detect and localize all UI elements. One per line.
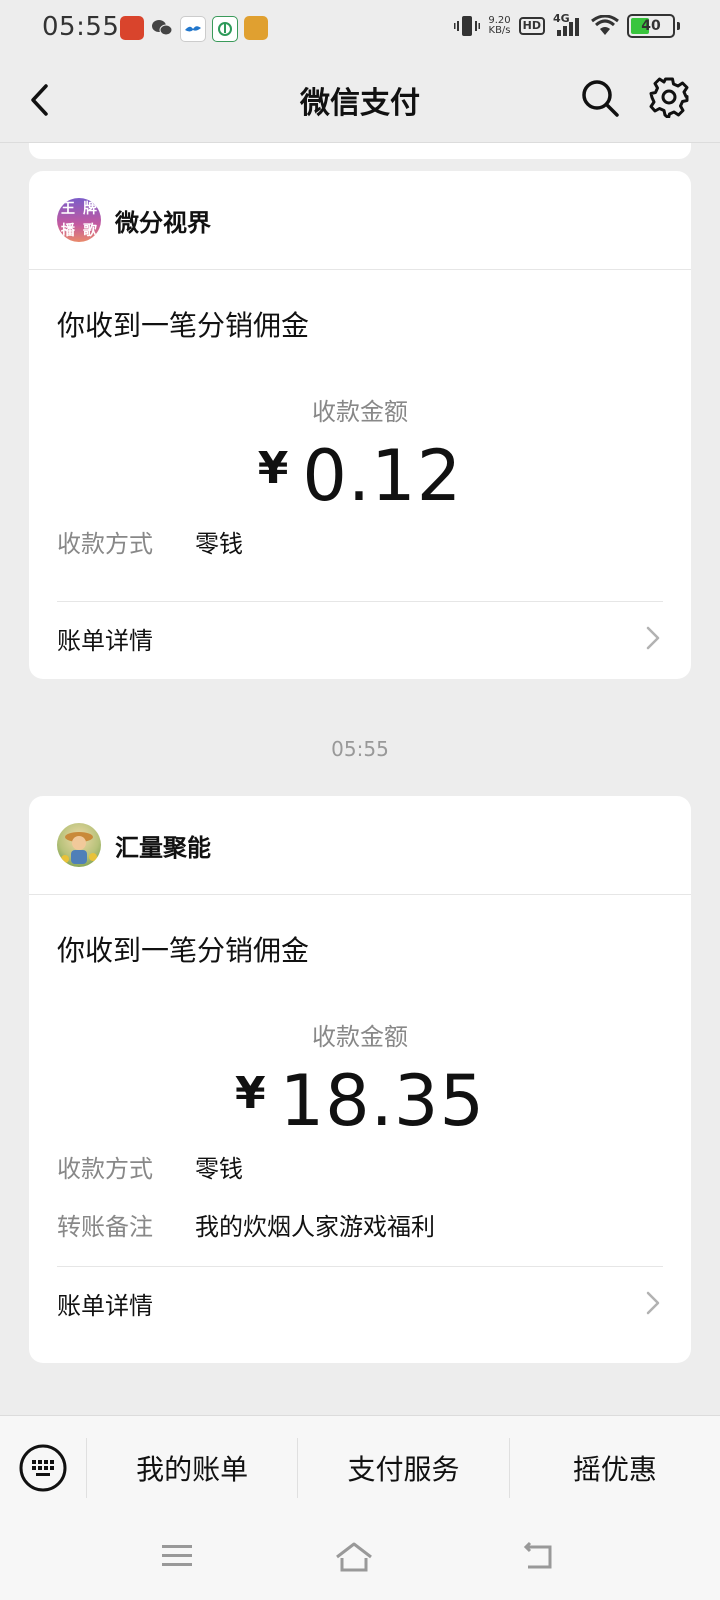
amount-label: 收款金额: [312, 1023, 408, 1051]
keyboard-icon: [19, 1444, 67, 1492]
amount-label: 收款金额: [312, 398, 408, 426]
field-row: 收款方式 零钱: [57, 521, 663, 561]
merchant-name: 汇量聚能: [115, 833, 211, 862]
avatar-char: 播: [61, 223, 75, 239]
merchant-avatar: 王 牌 播 歌: [57, 198, 101, 242]
cellular-signal-icon: 4G: [553, 12, 583, 38]
merchant-name: 微分视界: [115, 208, 211, 237]
network-speed-unit: KB/s: [488, 25, 511, 36]
keyboard-toggle-button[interactable]: [0, 1416, 86, 1520]
search-icon[interactable]: [580, 78, 620, 118]
previous-card-edge: [29, 143, 691, 159]
field-row: 收款方式 零钱: [57, 1146, 663, 1186]
hd-badge: HD: [518, 17, 545, 35]
payment-card[interactable]: 汇量聚能 你收到一笔分销佣金 收款金额 ¥ 18.35 收款方式 零钱 转账备注…: [29, 796, 691, 1363]
return-icon[interactable]: [522, 1541, 556, 1571]
amount: ¥ 0.12: [57, 435, 663, 517]
menu-icon[interactable]: [160, 1541, 194, 1571]
chevron-right-icon: [646, 626, 660, 650]
nav-bar: 微信支付: [0, 56, 720, 143]
field-key: 收款方式: [57, 1154, 153, 1183]
notification-icons: [120, 16, 268, 42]
currency-symbol: ¥: [257, 443, 289, 494]
field-value: 我的炊烟人家游戏福利: [195, 1212, 435, 1241]
status-bar: 05:55 9.20 KB/s HD 4G 40: [0, 0, 720, 56]
avatar-char: 牌: [83, 201, 97, 217]
gear-icon[interactable]: [648, 76, 690, 118]
wifi-icon: [591, 15, 619, 35]
message-title: 你收到一笔分销佣金: [57, 934, 310, 967]
avatar-char: 歌: [83, 223, 97, 239]
menu-my-bills[interactable]: 我的账单: [86, 1438, 297, 1498]
card-header[interactable]: 王 牌 播 歌 微分视界: [29, 171, 691, 270]
menu-payment-services[interactable]: 支付服务: [297, 1438, 508, 1498]
card-header[interactable]: 汇量聚能: [29, 796, 691, 895]
amount-value: 0.12: [302, 435, 463, 517]
payment-card[interactable]: 王 牌 播 歌 微分视界 你收到一笔分销佣金 收款金额 ¥ 0.12 收款方式 …: [29, 171, 691, 679]
status-indicators: 9.20 KB/s HD 4G 40: [454, 12, 680, 38]
field-row: 转账备注 我的炊烟人家游戏福利: [57, 1204, 663, 1244]
timestamp-separator: 05:55: [331, 737, 389, 761]
merchant-avatar: [57, 823, 101, 867]
avatar-char: 王: [61, 201, 75, 217]
amount: ¥ 18.35: [57, 1060, 663, 1142]
bill-detail-link[interactable]: 账单详情: [57, 601, 663, 674]
bill-detail-label: 账单详情: [57, 1291, 153, 1320]
currency-symbol: ¥: [234, 1068, 266, 1119]
bottom-menu: 我的账单 支付服务 摇优惠: [0, 1415, 720, 1520]
wechat-notification-icon: [150, 16, 174, 40]
bill-detail-label: 账单详情: [57, 626, 153, 655]
bill-detail-link[interactable]: 账单详情: [57, 1266, 663, 1339]
game-app-notification-icon: [120, 16, 144, 40]
amount-value: 18.35: [279, 1060, 486, 1142]
field-value: 零钱: [195, 529, 243, 558]
field-key: 转账备注: [57, 1212, 153, 1241]
chevron-right-icon: [646, 1291, 660, 1315]
game-app-notification-icon-2: [244, 16, 268, 40]
system-nav-bar: [0, 1519, 720, 1600]
green-app-notification-icon: [212, 16, 238, 42]
field-key: 收款方式: [57, 529, 153, 558]
menu-shake-offers[interactable]: 摇优惠: [508, 1438, 720, 1498]
field-value: 零钱: [195, 1154, 243, 1183]
bird-app-notification-icon: [180, 16, 206, 42]
network-speed: 9.20 KB/s: [488, 16, 510, 36]
message-feed[interactable]: 王 牌 播 歌 微分视界 你收到一笔分销佣金 收款金额 ¥ 0.12 收款方式 …: [0, 143, 720, 1415]
vibrate-icon: [454, 16, 481, 36]
home-icon[interactable]: [334, 1541, 374, 1573]
battery-level: 40: [641, 18, 661, 34]
status-time: 05:55: [42, 12, 120, 42]
message-title: 你收到一笔分销佣金: [57, 309, 310, 342]
battery-icon: 40: [627, 14, 675, 38]
